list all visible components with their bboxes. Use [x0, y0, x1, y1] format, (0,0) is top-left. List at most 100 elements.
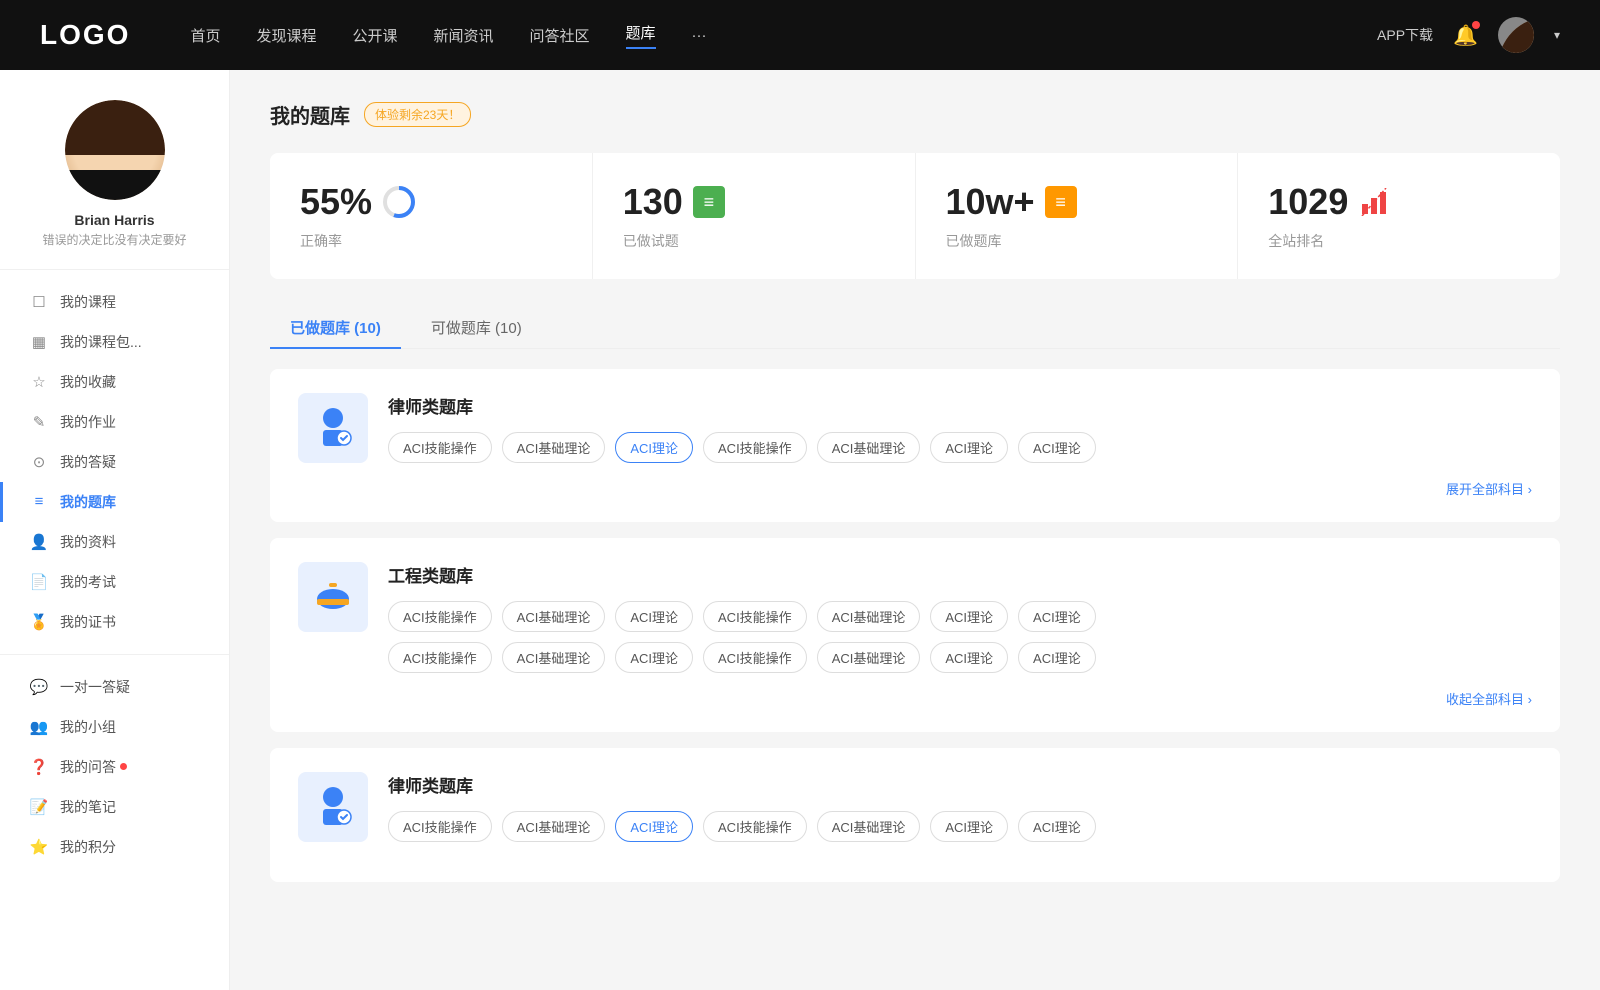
tag-1-2[interactable]: ACI理论 — [615, 432, 693, 463]
sidebar-avatar — [65, 100, 165, 200]
tab-available-banks[interactable]: 可做题库 (10) — [411, 307, 542, 348]
nav-menu: 首页 发现课程 公开课 新闻资讯 问答社区 题库 ··· — [190, 22, 1377, 49]
tabs-row: 已做题库 (10) 可做题库 (10) — [270, 307, 1560, 349]
tag-1-1[interactable]: ACI基础理论 — [502, 432, 606, 463]
tag-3-4[interactable]: ACI基础理论 — [817, 811, 921, 842]
nav-discover[interactable]: 发现课程 — [256, 25, 316, 46]
sidebar-item-group[interactable]: 👥 我的小组 — [0, 707, 229, 747]
tag-2-0-3[interactable]: ACI技能操作 — [703, 601, 807, 632]
sidebar-divider-2 — [0, 654, 229, 655]
tag-3-0[interactable]: ACI技能操作 — [388, 811, 492, 842]
tag-3-1[interactable]: ACI基础理论 — [502, 811, 606, 842]
sidebar-item-label: 我的答疑 — [60, 452, 116, 472]
stat-rank-value: 1029 — [1268, 181, 1348, 223]
tag-3-2[interactable]: ACI理论 — [615, 811, 693, 842]
tag-2-1-6[interactable]: ACI理论 — [1018, 642, 1096, 673]
sidebar-item-label: 一对一答疑 — [60, 677, 130, 697]
tag-2-1-0[interactable]: ACI技能操作 — [388, 642, 492, 673]
qbank-icon: ≡ — [30, 493, 48, 511]
favorite-icon: ☆ — [30, 373, 48, 391]
qbank-body-3: 律师类题库 ACI技能操作 ACI基础理论 ACI理论 ACI技能操作 ACI基… — [388, 772, 1532, 842]
tag-1-5[interactable]: ACI理论 — [930, 432, 1008, 463]
qbank-name-1: 律师类题库 — [388, 393, 1532, 418]
tag-2-1-2[interactable]: ACI理论 — [615, 642, 693, 673]
sidebar-item-label: 我的小组 — [60, 717, 116, 737]
sidebar-item-notes[interactable]: 📝 我的笔记 — [0, 787, 229, 827]
sidebar-item-label: 我的课程 — [60, 292, 116, 312]
points-icon: ⭐ — [30, 838, 48, 856]
sidebar-item-label: 我的收藏 — [60, 372, 116, 392]
sidebar-item-label: 我的考试 — [60, 572, 116, 592]
sidebar: Brian Harris 错误的决定比没有决定要好 ☐ 我的课程 ▦ 我的课程包… — [0, 70, 230, 990]
tag-1-0[interactable]: ACI技能操作 — [388, 432, 492, 463]
tag-2-0-1[interactable]: ACI基础理论 — [502, 601, 606, 632]
tag-2-1-3[interactable]: ACI技能操作 — [703, 642, 807, 673]
notification-bell[interactable]: 🔔 — [1453, 23, 1478, 48]
tag-1-4[interactable]: ACI基础理论 — [817, 432, 921, 463]
sidebar-item-my-course[interactable]: ☐ 我的课程 — [0, 282, 229, 322]
sidebar-divider-1 — [0, 269, 229, 270]
sidebar-item-1v1-qa[interactable]: 💬 一对一答疑 — [0, 667, 229, 707]
sidebar-item-exam[interactable]: 📄 我的考试 — [0, 562, 229, 602]
red-chart-icon — [1358, 186, 1390, 218]
sidebar-item-certificate[interactable]: 🏅 我的证书 — [0, 602, 229, 642]
tag-2-0-5[interactable]: ACI理论 — [930, 601, 1008, 632]
tag-1-3[interactable]: ACI技能操作 — [703, 432, 807, 463]
course-package-icon: ▦ — [30, 333, 48, 351]
qbank-card-lawyer-2: 律师类题库 ACI技能操作 ACI基础理论 ACI理论 ACI技能操作 ACI基… — [270, 748, 1560, 882]
stat-questions-top: 130 ≡ — [623, 181, 885, 223]
qa-mine-icon: ⊙ — [30, 453, 48, 471]
stat-accuracy-top: 55% — [300, 181, 562, 223]
sidebar-item-course-package[interactable]: ▦ 我的课程包... — [0, 322, 229, 362]
nav-more[interactable]: ··· — [692, 27, 707, 44]
user-avatar[interactable] — [1498, 17, 1534, 53]
sidebar-item-profile[interactable]: 👤 我的资料 — [0, 522, 229, 562]
sidebar-item-my-qa[interactable]: ❓ 我的问答 — [0, 747, 229, 787]
sidebar-item-label: 我的资料 — [60, 532, 116, 552]
nav-qbank[interactable]: 题库 — [626, 22, 656, 49]
engineer-icon — [298, 562, 368, 632]
qbank-tags-row1: ACI技能操作 ACI基础理论 ACI理论 ACI技能操作 ACI基础理论 AC… — [388, 601, 1532, 632]
sidebar-item-homework[interactable]: ✎ 我的作业 — [0, 402, 229, 442]
stat-banks-value: 10w+ — [946, 181, 1035, 223]
qbank-card-header-1: 律师类题库 ACI技能操作 ACI基础理论 ACI理论 ACI技能操作 ACI基… — [298, 393, 1532, 463]
qa-notification-dot — [120, 763, 127, 770]
sidebar-item-favorite[interactable]: ☆ 我的收藏 — [0, 362, 229, 402]
tag-2-0-6[interactable]: ACI理论 — [1018, 601, 1096, 632]
sidebar-item-points[interactable]: ⭐ 我的积分 — [0, 827, 229, 867]
sidebar-item-label: 我的课程包... — [60, 332, 142, 352]
sidebar-item-qa-mine[interactable]: ⊙ 我的答疑 — [0, 442, 229, 482]
main-layout: Brian Harris 错误的决定比没有决定要好 ☐ 我的课程 ▦ 我的课程包… — [0, 70, 1600, 990]
tag-3-3[interactable]: ACI技能操作 — [703, 811, 807, 842]
stat-rank-label: 全站排名 — [1268, 231, 1530, 251]
tag-3-6[interactable]: ACI理论 — [1018, 811, 1096, 842]
tag-2-0-2[interactable]: ACI理论 — [615, 601, 693, 632]
app-download-button[interactable]: APP下载 — [1377, 25, 1433, 45]
sidebar-motto: 错误的决定比没有决定要好 — [42, 232, 186, 249]
tab-done-banks[interactable]: 已做题库 (10) — [270, 307, 401, 348]
bar-chart-svg — [1360, 188, 1388, 216]
avatar-image — [1498, 17, 1534, 53]
nav-home[interactable]: 首页 — [190, 25, 220, 46]
qbank-footer-2[interactable]: 收起全部科目 › — [298, 689, 1532, 708]
nav-qa[interactable]: 问答社区 — [530, 25, 590, 46]
user-menu-chevron[interactable]: ▾ — [1554, 28, 1560, 42]
tag-2-1-4[interactable]: ACI基础理论 — [817, 642, 921, 673]
nav-opencourse[interactable]: 公开课 — [352, 25, 397, 46]
tag-2-1-1[interactable]: ACI基础理论 — [502, 642, 606, 673]
donut-svg — [382, 185, 416, 219]
qbank-footer-1[interactable]: 展开全部科目 › — [298, 479, 1532, 498]
tag-2-1-5[interactable]: ACI理论 — [930, 642, 1008, 673]
tag-3-5[interactable]: ACI理论 — [930, 811, 1008, 842]
1v1qa-icon: 💬 — [30, 678, 48, 696]
avatar-face — [65, 100, 165, 200]
tag-1-6[interactable]: ACI理论 — [1018, 432, 1096, 463]
stat-questions: 130 ≡ 已做试题 — [593, 153, 916, 279]
nav-news[interactable]: 新闻资讯 — [434, 25, 494, 46]
tag-2-0-0[interactable]: ACI技能操作 — [388, 601, 492, 632]
my-qa-icon: ❓ — [30, 758, 48, 776]
stat-questions-value: 130 — [623, 181, 683, 223]
sidebar-item-qbank[interactable]: ≡ 我的题库 — [0, 482, 229, 522]
navbar-right: APP下载 🔔 ▾ — [1377, 17, 1560, 53]
tag-2-0-4[interactable]: ACI基础理论 — [817, 601, 921, 632]
